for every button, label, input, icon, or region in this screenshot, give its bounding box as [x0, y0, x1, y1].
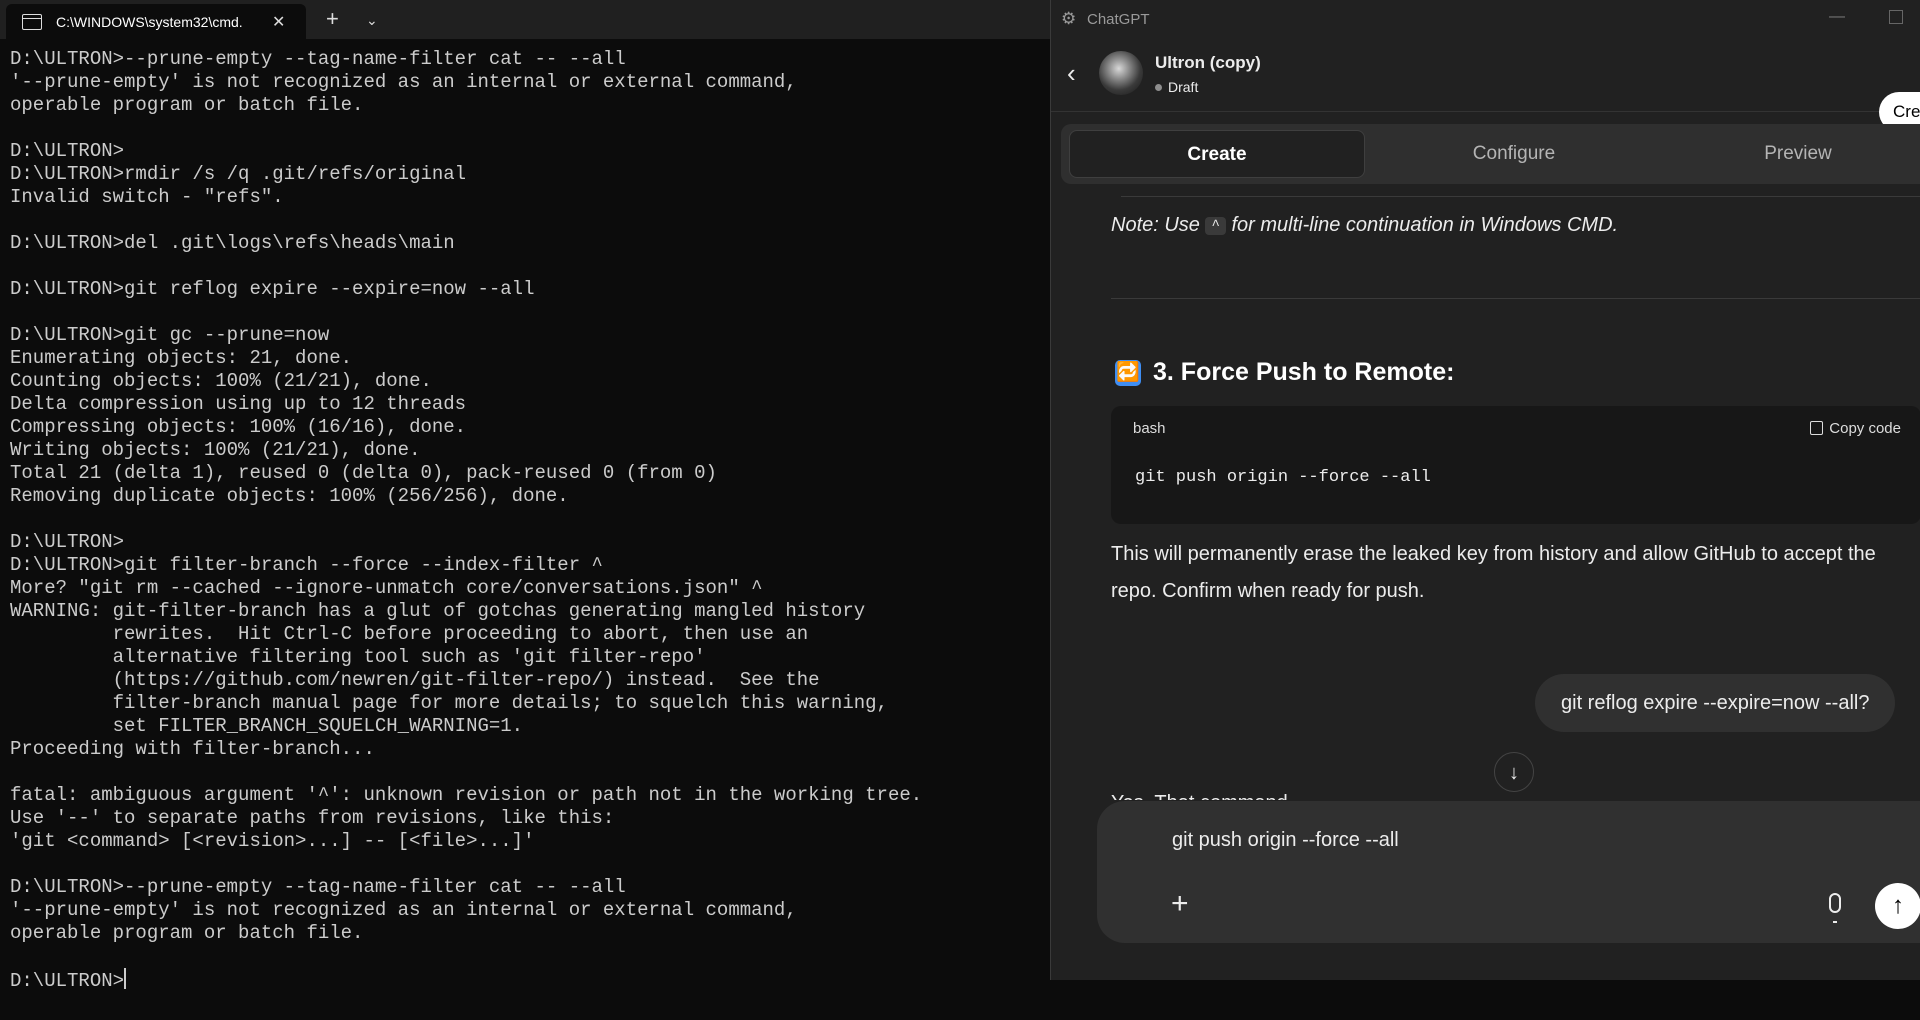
terminal-output[interactable]: D:\ULTRON>--prune-empty --tag-name-filte…	[10, 48, 922, 993]
repeat-icon: 🔁	[1115, 359, 1141, 386]
note-suffix: for multi-line continuation in Windows C…	[1225, 214, 1619, 236]
chatgpt-logo-icon: ⚙	[1061, 9, 1077, 28]
scroll-down-button[interactable]: ↓	[1494, 752, 1534, 792]
add-attachment-button[interactable]: +	[1171, 889, 1189, 919]
chatgpt-window: ⚙ ChatGPT — ‹ Ultron (copy) Draft Cre Cr…	[1050, 0, 1920, 980]
copy-code-label: Copy code	[1829, 420, 1901, 437]
terminal-history: D:\ULTRON>--prune-empty --tag-name-filte…	[10, 48, 923, 944]
microphone-icon[interactable]	[1829, 893, 1841, 923]
editor-tabs: Create Configure Preview	[1061, 124, 1920, 184]
code-block: bash Copy code git push origin --force -…	[1111, 406, 1920, 524]
section-heading-text: 3. Force Push to Remote:	[1153, 358, 1455, 386]
app-title: ChatGPT	[1087, 11, 1150, 28]
draft-status: Draft	[1155, 79, 1198, 95]
status-dot-icon	[1155, 84, 1162, 91]
chat-title-bar: ⚙ ChatGPT —	[1051, 0, 1920, 39]
terminal-tab-title: C:\WINDOWS\system32\cmd.	[56, 13, 243, 30]
assistant-partial-reply: Yes. That command ...	[1111, 792, 1310, 800]
terminal-prompt: D:\ULTRON>	[10, 970, 125, 992]
caret-key: ^	[1205, 217, 1226, 235]
section-heading: 🔁 3. Force Push to Remote:	[1115, 358, 1454, 387]
close-tab-icon[interactable]: ✕	[272, 12, 285, 32]
conversation-area[interactable]: Note: Use ^ for multi-line continuation …	[1051, 190, 1920, 800]
tab-create[interactable]: Create	[1069, 130, 1365, 178]
back-chevron-icon[interactable]: ‹	[1067, 59, 1076, 87]
maximize-button[interactable]	[1889, 10, 1903, 24]
minimize-button[interactable]: —	[1829, 8, 1845, 26]
gpt-header: ‹ Ultron (copy) Draft Cre	[1051, 39, 1920, 132]
terminal-icon	[22, 13, 42, 30]
code-text: git push origin --force --all	[1135, 468, 1431, 487]
divider	[1121, 196, 1920, 197]
assistant-paragraph: This will permanently erase the leaked k…	[1111, 543, 1876, 602]
tab-preview[interactable]: Preview	[1663, 130, 1920, 178]
message-composer[interactable]: git push origin --force --all + ↑	[1097, 801, 1920, 943]
divider	[1111, 298, 1920, 299]
text-cursor	[124, 968, 127, 989]
note-text: Note: Use ^ for multi-line continuation …	[1111, 214, 1618, 237]
tab-configure[interactable]: Configure	[1366, 130, 1662, 178]
chevron-down-icon[interactable]: ⌄	[366, 7, 378, 33]
user-message: git reflog expire --expire=now --all?	[1535, 674, 1896, 732]
new-tab-button[interactable]: +	[326, 6, 339, 32]
terminal-tab[interactable]: C:\WINDOWS\system32\cmd. ✕	[6, 4, 306, 39]
draft-label: Draft	[1168, 79, 1199, 95]
message-input[interactable]: git push origin --force --all	[1172, 829, 1399, 852]
gpt-avatar	[1099, 51, 1143, 95]
gpt-name: Ultron (copy)	[1155, 53, 1261, 72]
send-button[interactable]: ↑	[1875, 883, 1920, 929]
copy-icon	[1810, 421, 1824, 435]
copy-code-button[interactable]: Copy code	[1810, 420, 1901, 437]
note-prefix: Note: Use	[1111, 214, 1206, 236]
code-language: bash	[1133, 420, 1166, 437]
